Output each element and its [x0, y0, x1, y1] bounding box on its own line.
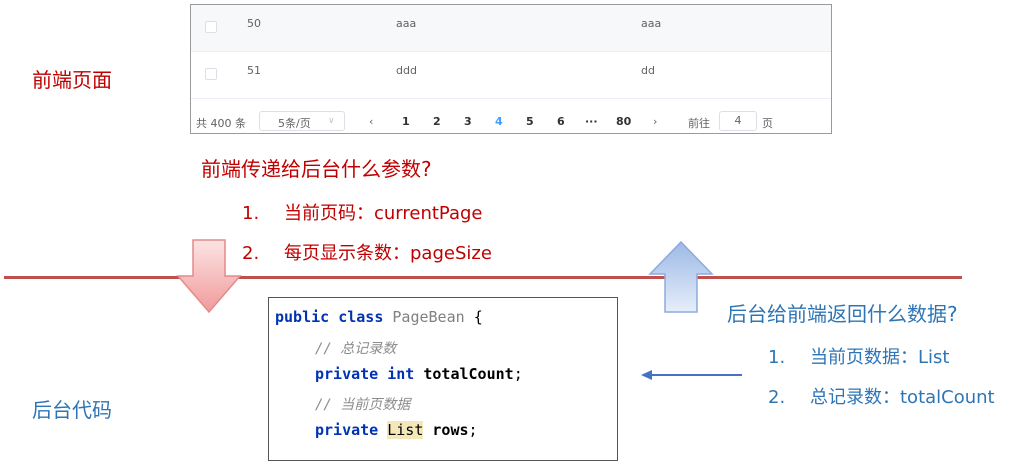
row-checkbox[interactable]: [205, 68, 217, 80]
cell-id: 50: [247, 17, 261, 30]
code-comment-total: // 总记录数: [315, 341, 397, 357]
goto-page-value: 4: [734, 114, 742, 127]
goto-label: 前往: [688, 117, 710, 130]
return-item-total-count: 2. 总记录数：totalCount: [768, 383, 995, 409]
page-button-5[interactable]: 5: [526, 115, 534, 128]
code-type-list: List: [387, 421, 424, 439]
page-ellipsis-button[interactable]: ···: [585, 115, 598, 128]
page-size-select[interactable]: 5条/页 ∨: [259, 111, 345, 131]
code-field-name: rows: [432, 421, 469, 439]
code-semicolon: ;: [468, 421, 478, 439]
backend-return-question: 后台给前端返回什么数据?: [727, 302, 958, 326]
item-text: 每页显示条数：pageSize: [284, 243, 492, 264]
code-comment-rows: // 当前页数据: [315, 397, 411, 413]
cell-col3: dd: [641, 64, 655, 77]
code-keyword: class: [338, 308, 384, 326]
page-button-1[interactable]: 1: [402, 115, 410, 128]
item-number: 1.: [242, 203, 260, 224]
cell-col2: aaa: [396, 17, 417, 30]
item-text: 当前页数据：List: [810, 347, 950, 368]
item-text: 当前页码：currentPage: [284, 203, 483, 224]
page-button-80[interactable]: 80: [616, 115, 631, 128]
cell-col2: ddd: [396, 64, 417, 77]
page-button-3[interactable]: 3: [464, 115, 472, 128]
item-text: 总记录数：totalCount: [810, 387, 995, 408]
page-button-4[interactable]: 4: [495, 115, 503, 128]
table-row: 50 aaa aaa: [191, 5, 831, 52]
code-class-name: PageBean: [392, 308, 465, 326]
param-item-page-size: 2. 每页显示条数：pageSize: [242, 239, 492, 265]
cell-col3: aaa: [641, 17, 662, 30]
up-arrow-icon: [648, 240, 714, 313]
next-page-button[interactable]: ›: [653, 115, 657, 128]
code-field-name: totalCount: [423, 365, 514, 383]
code-line-rows: private List rows;: [315, 421, 478, 439]
frontend-table: 50 aaa aaa 51 ddd dd 共 400 条 5条/页 ∨ ‹ 1 …: [190, 4, 832, 134]
page-button-2[interactable]: 2: [433, 115, 441, 128]
row-checkbox[interactable]: [205, 21, 217, 33]
total-count-text: 共 400 条: [196, 117, 246, 130]
code-brace: {: [473, 308, 483, 326]
item-number: 2.: [768, 387, 786, 408]
down-arrow-icon: [176, 239, 242, 314]
frontend-backend-divider: [4, 276, 962, 279]
frontend-label: 前端页面: [32, 68, 112, 92]
pagebean-code-block: public class PageBean { // 总记录数 private …: [268, 297, 618, 461]
goto-page-input[interactable]: 4: [719, 111, 757, 131]
page-button-6[interactable]: 6: [557, 115, 565, 128]
left-arrow-icon: [641, 370, 742, 380]
item-number: 2.: [242, 243, 260, 264]
page-size-value: 5条/页: [278, 117, 311, 130]
frontend-params-question: 前端传递给后台什么参数?: [201, 157, 432, 181]
code-keyword: int: [387, 365, 415, 383]
return-item-list: 1. 当前页数据：List: [768, 343, 949, 369]
code-line-total-count: private int totalCount;: [315, 365, 523, 383]
code-keyword: public: [275, 308, 330, 326]
code-line-class-decl: public class PageBean {: [275, 308, 483, 326]
code-keyword: private: [315, 365, 379, 383]
pagination: 共 400 条 5条/页 ∨ ‹ 1 2 3 4 5 6 ··· 80 › 前往…: [191, 109, 831, 135]
code-keyword: private: [315, 421, 379, 439]
code-semicolon: ;: [513, 365, 523, 383]
cell-id: 51: [247, 64, 261, 77]
param-item-current-page: 1. 当前页码：currentPage: [242, 199, 483, 225]
prev-page-button[interactable]: ‹: [369, 115, 373, 128]
table-row: 51 ddd dd: [191, 52, 831, 99]
page-unit-label: 页: [762, 117, 773, 130]
backend-label: 后台代码: [32, 398, 112, 422]
item-number: 1.: [768, 347, 786, 368]
chevron-down-icon: ∨: [328, 116, 335, 126]
